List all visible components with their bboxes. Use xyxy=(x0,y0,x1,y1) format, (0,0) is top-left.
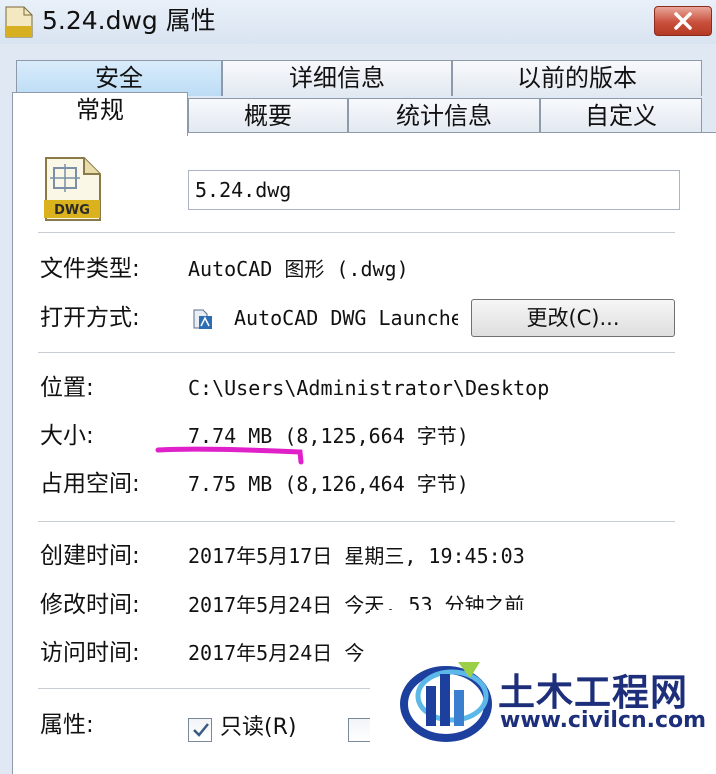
readonly-label[interactable]: 只读(R) xyxy=(220,713,296,743)
window-title: 5.24.dwg 属性 xyxy=(42,6,216,35)
tab-summary[interactable]: 概要 xyxy=(188,98,348,132)
file-type-value: AutoCAD 图形 (.dwg) xyxy=(188,257,409,281)
close-button[interactable] xyxy=(654,6,712,36)
hidden-checkbox[interactable] xyxy=(348,718,372,742)
tab-previous-versions[interactable]: 以前的版本 xyxy=(452,60,702,96)
autocad-app-icon xyxy=(193,309,212,329)
readonly-checkbox[interactable] xyxy=(188,718,212,742)
close-icon xyxy=(674,12,692,30)
tab-general[interactable]: 常规 xyxy=(12,92,188,136)
location-label: 位置: xyxy=(40,375,94,401)
created-value: 2017年5月17日 星期三, 19:45:03 xyxy=(188,544,525,568)
dwg-file-icon: DWG xyxy=(44,157,101,221)
accessed-value: 2017年5月24日 今 xyxy=(188,641,365,665)
size-on-disk-value: 7.75 MB (8,126,464 字节) xyxy=(188,472,469,496)
file-name-field[interactable]: 5.24.dwg xyxy=(188,170,680,210)
civilcn-logo-icon xyxy=(400,662,492,742)
created-label: 创建时间: xyxy=(40,543,140,569)
modified-label: 修改时间: xyxy=(40,592,140,618)
highlight-underline xyxy=(155,446,304,465)
opens-with-label: 打开方式: xyxy=(40,305,140,331)
size-label: 大小: xyxy=(40,423,94,449)
file-type-label: 文件类型: xyxy=(40,256,140,282)
size-on-disk-label: 占用空间: xyxy=(40,471,140,497)
accessed-label: 访问时间: xyxy=(40,640,140,666)
change-button[interactable]: 更改(C)... xyxy=(471,299,675,337)
tab-custom[interactable]: 自定义 xyxy=(540,98,702,132)
divider xyxy=(38,232,675,233)
divider xyxy=(38,521,675,522)
attributes-label: 属性: xyxy=(40,712,94,738)
location-value: C:\Users\Administrator\Desktop xyxy=(188,376,550,400)
tab-security[interactable]: 安全 xyxy=(16,60,222,96)
divider xyxy=(38,352,675,353)
tab-details[interactable]: 详细信息 xyxy=(222,60,452,96)
watermark-url: www.civilcn.com xyxy=(500,708,707,733)
dwg-file-icon xyxy=(5,6,33,38)
title-bar: 5.24.dwg 属性 xyxy=(0,0,716,44)
opens-with-value: AutoCAD DWG Launche xyxy=(234,306,458,330)
tab-statistics[interactable]: 统计信息 xyxy=(348,98,540,132)
dwg-badge-label: DWG xyxy=(54,203,90,218)
checkmark-icon xyxy=(193,723,209,737)
